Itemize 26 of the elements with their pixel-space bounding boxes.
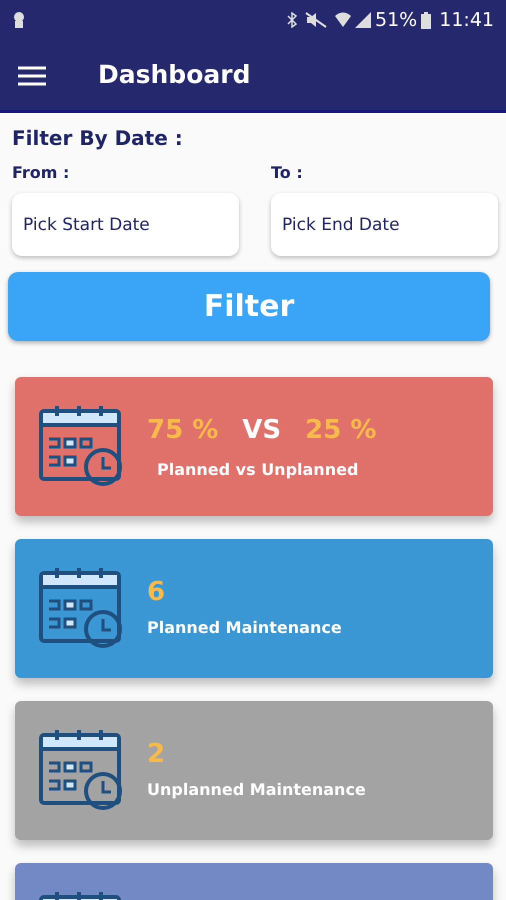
to-label: To : (271, 162, 304, 184)
card-label: Planned vs Unplanned (157, 459, 360, 481)
from-label: From : (12, 162, 70, 184)
percent-value: 25 % (305, 414, 376, 447)
count-value: 2 (147, 738, 166, 771)
end-date-field[interactable]: Pick End Date (271, 193, 498, 256)
versus-label: VS (242, 414, 282, 447)
calendar-clock-icon (39, 567, 125, 649)
battery-icon (421, 12, 432, 28)
notification-icon (12, 11, 26, 29)
signal-icon (355, 12, 371, 28)
start-date-field[interactable]: Pick Start Date (12, 193, 239, 256)
battery-percent: 51% (375, 8, 418, 33)
percent-value: 75 % (147, 414, 218, 447)
page-title: Dashboard (98, 59, 250, 92)
clock: 11:41 (439, 8, 494, 33)
calendar-clock-icon (39, 729, 125, 811)
card-label: Planned Maintenance (147, 617, 342, 639)
filter-heading: Filter By Date : (11, 125, 184, 152)
card-label: Unplanned Maintenance (147, 779, 366, 801)
calendar-clock-icon (39, 405, 125, 487)
filter-button[interactable]: Filter (8, 272, 490, 341)
mute-icon (305, 12, 327, 28)
count-value: 6 (147, 576, 166, 609)
bluetooth-icon (287, 12, 297, 28)
wifi-icon (335, 12, 351, 28)
